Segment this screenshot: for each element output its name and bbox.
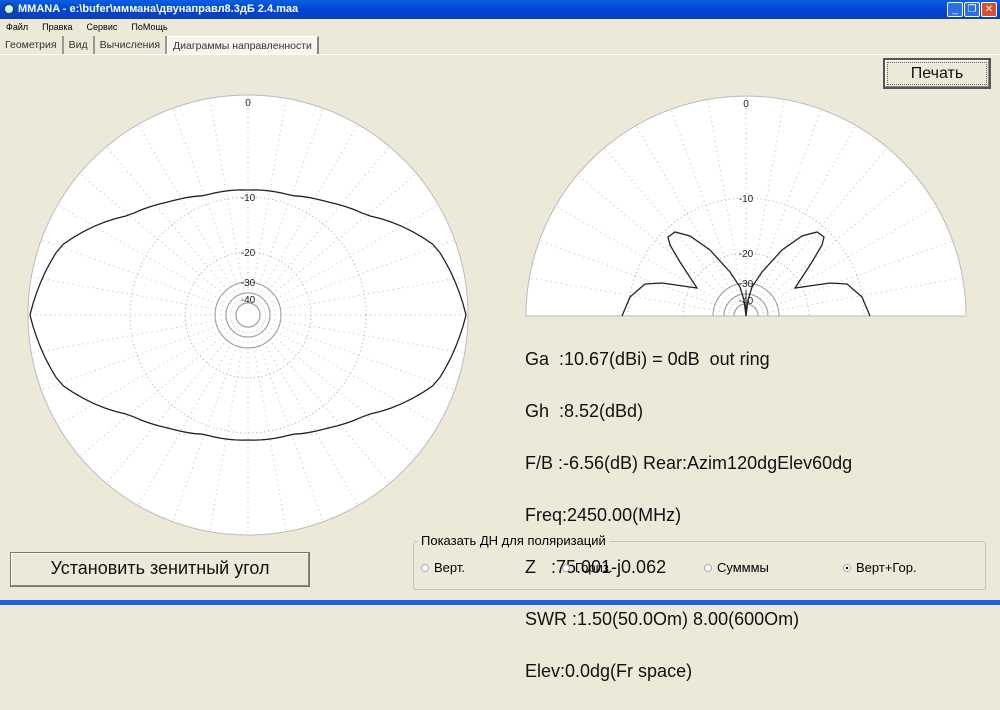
antenna-info: Ga :10.67(dBi) = 0dB out ring Gh :8.52(d… (525, 320, 852, 710)
radio-circle[interactable] (704, 563, 712, 572)
print-button[interactable]: Печать (883, 58, 991, 89)
info-gain-dbi: Ga :10.67(dBi) = 0dB out ring (525, 349, 770, 369)
ring-label: -10 (739, 194, 754, 205)
radio-sum[interactable]: Сумммы (704, 560, 769, 575)
ring-label: -40 (241, 295, 256, 306)
ring-label: 0 (245, 98, 251, 109)
radio-vertical[interactable]: Верт. (421, 560, 465, 575)
info-swr: SWR :1.50(50.0Om) 8.00(600Om) (525, 609, 800, 629)
info-fb: F/B :-6.56(dB) Rear:Azim120dgElev60dg (525, 453, 853, 473)
ring-label: -20 (241, 248, 256, 259)
info-freq: Freq:2450.00(MHz) (525, 505, 682, 525)
radio-label: Сумммы (717, 560, 769, 575)
radio-circle[interactable] (562, 563, 570, 572)
radio-circle-selected[interactable] (843, 563, 851, 572)
info-gain-dbd: Gh :8.52(dBd) (525, 401, 644, 421)
info-elev: Elev:0.0dg(Fr space) (525, 661, 693, 681)
radio-vert-horiz[interactable]: Верт+Гор. (843, 560, 917, 575)
radio-horizontal[interactable]: Гориз. (562, 560, 612, 575)
ring-label: -30 (241, 278, 256, 289)
ring-label: -10 (241, 193, 256, 204)
radio-label: Гориз. (575, 560, 613, 575)
ring-label: 0 (743, 99, 749, 110)
set-zenith-angle-button[interactable]: Установить зенитный угол (10, 552, 310, 587)
ring-label: -20 (739, 249, 754, 260)
taskbar (0, 600, 1000, 605)
radio-label: Верт. (434, 560, 465, 575)
radio-label: Верт+Гор. (856, 560, 917, 575)
azimuth-plot-background (27, 94, 469, 536)
radio-circle[interactable] (421, 563, 429, 572)
polarization-group-title: Показать ДН для поляризаций (418, 533, 609, 548)
